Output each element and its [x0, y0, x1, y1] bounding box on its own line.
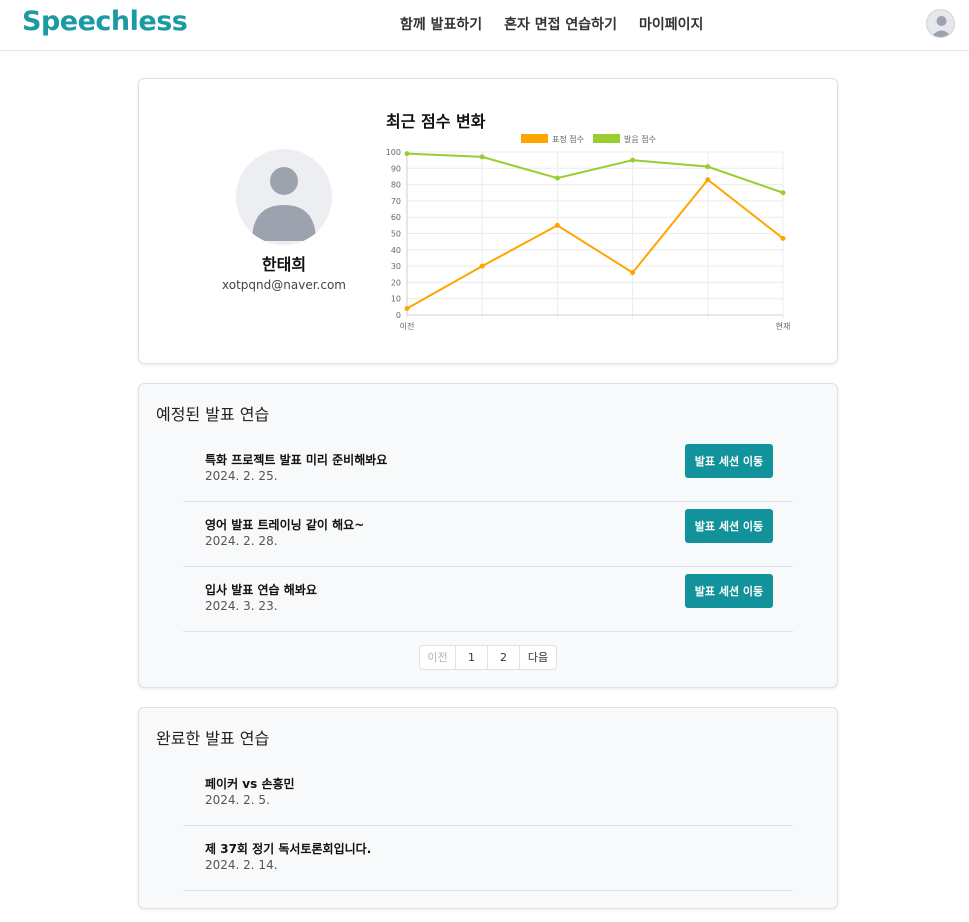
data-point	[479, 154, 485, 160]
y-tick-label: 10	[391, 295, 401, 304]
profile-avatar-icon	[236, 149, 332, 245]
pagination-page-2[interactable]: 2	[488, 646, 520, 669]
upcoming-sessions-card: 예정된 발표 연습 특화 프로젝트 발표 미리 준비해봐요 2024. 2. 2…	[138, 383, 838, 688]
data-point	[554, 222, 560, 228]
profile-name: 한태희	[261, 255, 307, 274]
data-point	[630, 270, 636, 276]
y-tick-label: 50	[391, 230, 401, 239]
chart-lines	[404, 151, 786, 311]
y-tick-label: 30	[391, 262, 401, 271]
pagination-prev-button[interactable]: 이전	[420, 646, 456, 669]
y-tick-label: 40	[391, 246, 401, 255]
nav-mypage[interactable]: 마이페이지	[639, 14, 703, 34]
nav-solo-interview[interactable]: 혼자 면접 연습하기	[504, 14, 617, 34]
data-point	[780, 235, 786, 241]
y-tick-label: 80	[391, 181, 401, 190]
series-line	[406, 152, 784, 194]
y-tick-label: 90	[391, 164, 401, 173]
session-title: 제 37회 정기 독서토론회입니다.	[205, 842, 372, 856]
data-point	[630, 157, 636, 163]
list-item: 특화 프로젝트 발표 미리 준비해봐요 2024. 2. 25. 발표 세션 이…	[183, 437, 793, 502]
go-to-session-button[interactable]: 발표 세션 이동	[685, 574, 773, 608]
upcoming-section-title: 예정된 발표 연습	[156, 405, 270, 424]
pagination-page-1[interactable]: 1	[456, 646, 488, 669]
data-point	[554, 175, 560, 181]
y-tick-label: 60	[391, 213, 401, 222]
session-title: 페이커 vs 손흥민	[205, 777, 295, 791]
main-nav: 함께 발표하기 혼자 면접 연습하기 마이페이지	[400, 14, 703, 34]
legend-label: 표정 점수	[552, 134, 584, 144]
profile-card: 한태희 xotpqnd@naver.com 최근 점수 변화 0 10 20 30 40…	[138, 78, 838, 364]
data-point	[404, 305, 410, 311]
go-to-session-button[interactable]: 발표 세션 이동	[685, 509, 773, 543]
completed-sessions-card: 완료한 발표 연습 페이커 vs 손흥민 2024. 2. 5. 제 37회 정…	[138, 707, 838, 909]
session-title: 영어 발표 트레이닝 같이 해요~	[205, 518, 365, 532]
session-date: 2024. 2. 5.	[205, 793, 270, 807]
list-item: 영어 발표 트레이닝 같이 해요~ 2024. 2. 28. 발표 세션 이동	[183, 502, 793, 567]
top-navbar: Speechless 함께 발표하기 혼자 면접 연습하기 마이페이지	[0, 0, 969, 51]
session-title: 입사 발표 연습 해봐요	[205, 583, 317, 597]
legend-swatch	[593, 134, 620, 143]
data-point	[479, 263, 485, 269]
nav-group-presentation[interactable]: 함께 발표하기	[400, 14, 482, 34]
logo[interactable]: Speechless	[22, 6, 188, 37]
pagination: 이전 1 2 다음	[419, 645, 557, 670]
session-date: 2024. 2. 25.	[205, 469, 278, 483]
data-point	[404, 151, 410, 157]
x-tick-label: 현재	[776, 322, 791, 331]
score-chart: 0 10 20 30 40 50 60 70 80 90 100 이전 현재 표정 점수 발음 점수	[386, 134, 791, 331]
pagination-next-button[interactable]: 다음	[520, 646, 556, 669]
list-item[interactable]: 페이커 vs 손흥민 2024. 2. 5.	[183, 761, 793, 826]
user-avatar-icon[interactable]	[926, 9, 955, 38]
session-date: 2024. 3. 23.	[205, 599, 278, 613]
data-point	[780, 190, 786, 196]
session-title: 특화 프로젝트 발표 미리 준비해봐요	[205, 453, 388, 467]
completed-section-title: 완료한 발표 연습	[156, 729, 270, 748]
y-tick-label: 70	[391, 197, 401, 206]
profile-email: xotpqnd@naver.com	[222, 278, 346, 292]
y-tick-label: 0	[396, 311, 401, 320]
data-point	[705, 177, 711, 183]
y-tick-label: 100	[386, 148, 401, 157]
go-to-session-button[interactable]: 발표 세션 이동	[685, 444, 773, 478]
y-tick-label: 20	[391, 278, 401, 287]
session-date: 2024. 2. 28.	[205, 534, 278, 548]
list-item: 입사 발표 연습 해봐요 2024. 3. 23. 발표 세션 이동	[183, 567, 793, 632]
list-item[interactable]: 제 37회 정기 독서토론회입니다. 2024. 2. 14.	[183, 826, 793, 891]
session-date: 2024. 2. 14.	[205, 858, 278, 872]
legend-label: 발음 점수	[624, 134, 656, 144]
data-point	[705, 164, 711, 170]
series-line	[406, 178, 784, 310]
chart-grid: 0 10 20 30 40 50 60 70 80 90 100 이전 현재	[386, 148, 791, 331]
x-tick-label: 이전	[400, 321, 415, 331]
chart-legend: 표정 점수 발음 점수	[521, 134, 656, 144]
legend-swatch	[521, 134, 548, 143]
